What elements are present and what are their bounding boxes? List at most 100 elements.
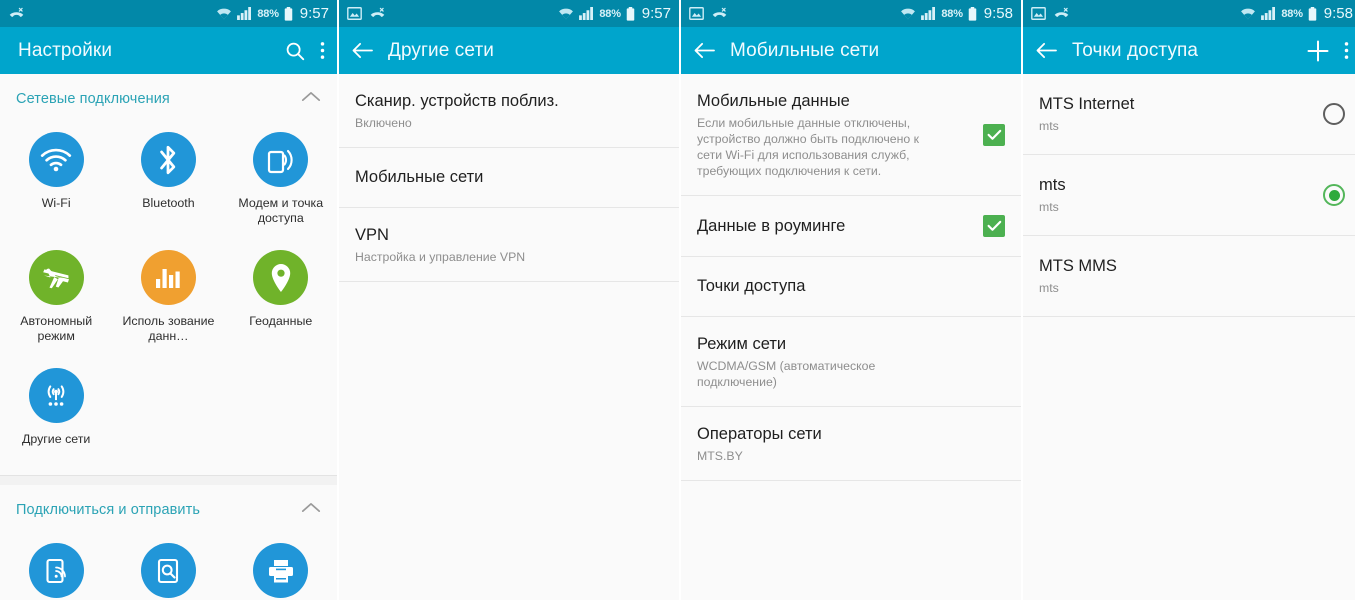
search-icon[interactable] [284,40,306,62]
image-icon [347,7,362,20]
battery-icon [626,6,635,21]
list-item-subtitle: mts [1039,281,1059,295]
list-item-network-operators[interactable]: Операторы сети MTS.BY [681,407,1021,481]
tile-label: Исполь зование данн… [122,314,215,343]
status-bar: 88% 9:58 [1023,0,1355,27]
tile-label: Wi-Fi [41,196,71,210]
tile-nearby-scan[interactable] [112,533,224,600]
tile-label: Модем и точка доступа [238,196,324,225]
screenshot-root: 88% 9:57 Настройки Сетевые подключения W… [0,0,1355,600]
image-icon [1031,7,1046,20]
list-item-apn-mts-mms[interactable]: MTS MMS mts [1023,236,1355,317]
page-title: Другие сети [388,39,494,61]
apn-list: MTS Internet mts mts mts MTS MMS mts [1023,74,1355,317]
nearby-scan-icon [140,543,196,598]
tile-wifi[interactable]: Wi-Fi [0,122,112,240]
missed-call-icon [8,7,25,21]
clock-label: 9:58 [983,5,1013,22]
status-bar-right-icons: 88% 9:57 [558,5,671,22]
list-item-title: MTS Internet [1039,95,1135,113]
add-plus-icon[interactable] [1306,39,1330,63]
settings-list-other-networks: Сканир. устройств поблиз. Включено Мобил… [339,74,679,282]
list-item-apn-mts[interactable]: mts mts [1023,155,1355,236]
section-header-connect-and-send[interactable]: Подключиться и отправить [0,485,337,529]
status-bar-right-icons: 88% 9:58 [1240,5,1353,22]
tile-label: Bluetooth [142,196,195,210]
tile-more-networks[interactable]: Другие сети [0,358,112,461]
list-item-mobile-networks[interactable]: Мобильные сети [339,148,679,208]
list-item-title: VPN [355,226,389,244]
clock-label: 9:57 [641,5,671,22]
radio-apn-mts[interactable] [1323,184,1345,206]
clock-label: 9:58 [1323,5,1353,22]
signal-bars-icon [579,7,594,20]
list-item-title: Режим сети [697,335,787,353]
back-arrow-icon[interactable] [1035,41,1058,60]
overflow-menu-icon[interactable] [320,40,325,61]
tile-bluetooth[interactable]: Bluetooth [112,122,224,240]
battery-percent-label: 88% [941,7,963,20]
image-icon [689,7,704,20]
list-item-access-points[interactable]: Точки доступа [681,257,1021,317]
page-title: Настройки [18,39,113,61]
list-item-subtitle: Включено [355,116,412,130]
list-item-network-mode[interactable]: Режим сети WCDMA/GSM (автоматическое под… [681,317,1021,407]
checkbox-data-roaming[interactable] [983,215,1005,237]
tile-printer[interactable] [225,533,337,600]
list-item-title: mts [1039,176,1066,194]
battery-icon [1308,6,1317,21]
app-bar-access-points: Точки доступа [1023,27,1355,74]
missed-call-icon [1053,7,1070,21]
tile-location[interactable]: Геоданные [225,240,337,358]
status-bar: 88% 9:57 [0,0,337,27]
checkbox-mobile-data[interactable] [983,124,1005,146]
back-arrow-icon[interactable] [693,41,716,60]
status-bar-left-icons [8,7,25,21]
app-bar-settings: Настройки [0,27,337,74]
list-item-subtitle: mts [1039,200,1059,214]
page-title: Мобильные сети [730,39,880,61]
tile-label: Другие сети [21,432,91,446]
wifi-icon [558,7,574,20]
section-header-network-connections[interactable]: Сетевые подключения [0,74,337,118]
signal-bars-icon [921,7,936,20]
list-item-nearby-device-scan[interactable]: Сканир. устройств поблиз. Включено [339,74,679,148]
printer-icon [253,543,309,598]
wifi-icon [900,7,916,20]
tile-label: Автономный режим [20,314,93,343]
status-bar-right-icons: 88% 9:57 [216,5,329,22]
wifi-icon [1240,7,1256,20]
list-item-mobile-data[interactable]: Мобильные данные Если мобильные данные о… [681,74,1021,196]
tile-airplane-mode[interactable]: Автономный режим [0,240,112,358]
status-bar-right-icons: 88% 9:58 [900,5,1013,22]
list-item-title: Данные в роуминге [697,216,846,235]
tile-tethering-hotspot[interactable]: Модем и точка доступа [225,122,337,240]
missed-call-icon [369,7,386,21]
tile-label: Геоданные [249,314,313,328]
settings-tile-grid-network: Wi-Fi Bluetooth Модем и точка доступа Ав… [0,118,337,473]
list-item-title: Мобильные данные [697,92,850,110]
list-item-apn-mts-internet[interactable]: MTS Internet mts [1023,74,1355,155]
list-item-title: Точки доступа [697,277,806,295]
status-bar: 88% 9:57 [339,0,679,27]
chevron-up-icon[interactable] [301,501,321,519]
status-bar-left-icons [1031,7,1070,21]
settings-list-mobile-networks: Мобильные данные Если мобильные данные о… [681,74,1021,481]
radio-apn-mts-internet[interactable] [1323,103,1345,125]
chevron-up-icon[interactable] [301,90,321,108]
phone-screen-settings: 88% 9:57 Настройки Сетевые подключения W… [0,0,337,600]
tile-data-usage[interactable]: Исполь зование данн… [112,240,224,358]
battery-percent-label: 88% [599,7,621,20]
phone-screen-access-points: 88% 9:58 Точки доступа MTS Internet mts … [1023,0,1355,600]
tile-nfc[interactable] [0,533,112,600]
overflow-menu-icon[interactable] [1344,40,1349,61]
list-item-data-roaming[interactable]: Данные в роуминге [681,196,1021,257]
data-usage-bars-icon [140,250,196,305]
section-title: Сетевые подключения [16,91,170,107]
app-bar-actions [1306,39,1349,63]
back-arrow-icon[interactable] [351,41,374,60]
list-item-vpn[interactable]: VPN Настройка и управление VPN [339,208,679,282]
status-bar-left-icons [689,7,728,21]
battery-percent-label: 88% [1281,7,1303,20]
clock-label: 9:57 [299,5,329,22]
